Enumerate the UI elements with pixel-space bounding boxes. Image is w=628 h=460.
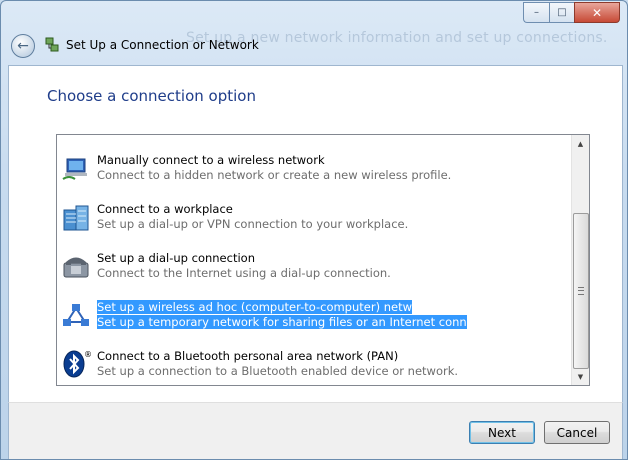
window-controls: – □ ✕ (523, 2, 620, 23)
maximize-button[interactable]: □ (549, 2, 574, 23)
scrollbar-thumb[interactable] (573, 213, 589, 369)
connection-options-list[interactable]: Manually connect to a wireless network C… (56, 134, 590, 386)
close-button[interactable]: ✕ (574, 2, 620, 23)
next-button[interactable]: Next (469, 421, 535, 444)
telephone-modem-icon (63, 257, 89, 278)
button-bar: Next Cancel (8, 402, 623, 459)
option-description: Set up a connection to a Bluetooth enabl… (97, 364, 459, 378)
option-workplace[interactable]: Connect to a workplace Set up a dial-up … (57, 192, 569, 238)
option-dial-up[interactable]: Set up a dial-up connection Connect to t… (57, 241, 569, 287)
bluetooth-icon: ® (63, 350, 91, 378)
option-description: Connect to a hidden network or create a … (97, 168, 452, 182)
window-title: Set Up a Connection or Network (66, 38, 259, 52)
network-setup-icon (45, 37, 59, 52)
page-heading: Choose a connection option (47, 87, 256, 105)
option-title: Set up a dial-up connection (97, 251, 255, 265)
minimize-button[interactable]: – (523, 2, 549, 23)
option-title: Set up a wireless ad hoc (computer-to-co… (97, 300, 431, 314)
vertical-scrollbar[interactable]: ▲ ▼ (571, 135, 589, 385)
option-description: Set up a dial-up or VPN connection to yo… (97, 217, 409, 231)
title-bar: Set up a new network information and set… (1, 1, 627, 65)
option-title: Connect to a Bluetooth personal area net… (97, 349, 399, 363)
option-description: Connect to the Internet using a dial-up … (97, 266, 391, 280)
scroll-down-arrow-icon[interactable]: ▼ (572, 368, 589, 385)
wireless-network-icon (62, 158, 87, 180)
svg-text:®: ® (84, 350, 91, 359)
workplace-building-icon (63, 205, 89, 231)
scroll-up-arrow-icon[interactable]: ▲ (572, 135, 589, 152)
option-description: Set up a temporary network for sharing f… (97, 315, 506, 329)
option-title: Connect to a workplace (97, 202, 233, 216)
ad-hoc-network-icon (63, 304, 89, 326)
content-area: Choose a connection option Manually conn… (8, 65, 623, 403)
back-button[interactable]: ← (11, 34, 35, 58)
setup-connection-window: Set up a new network information and set… (0, 0, 628, 460)
option-title: Manually connect to a wireless network (97, 153, 325, 167)
back-arrow-icon: ← (17, 38, 29, 54)
option-ad-hoc[interactable]: Set up a wireless ad hoc (computer-to-co… (57, 290, 569, 336)
option-bluetooth-pan[interactable]: ® Connect to a Bluetooth personal area n… (57, 339, 569, 385)
grip-icon (578, 287, 584, 295)
option-manual-wireless[interactable]: Manually connect to a wireless network C… (57, 143, 569, 189)
cancel-button[interactable]: Cancel (544, 421, 610, 444)
